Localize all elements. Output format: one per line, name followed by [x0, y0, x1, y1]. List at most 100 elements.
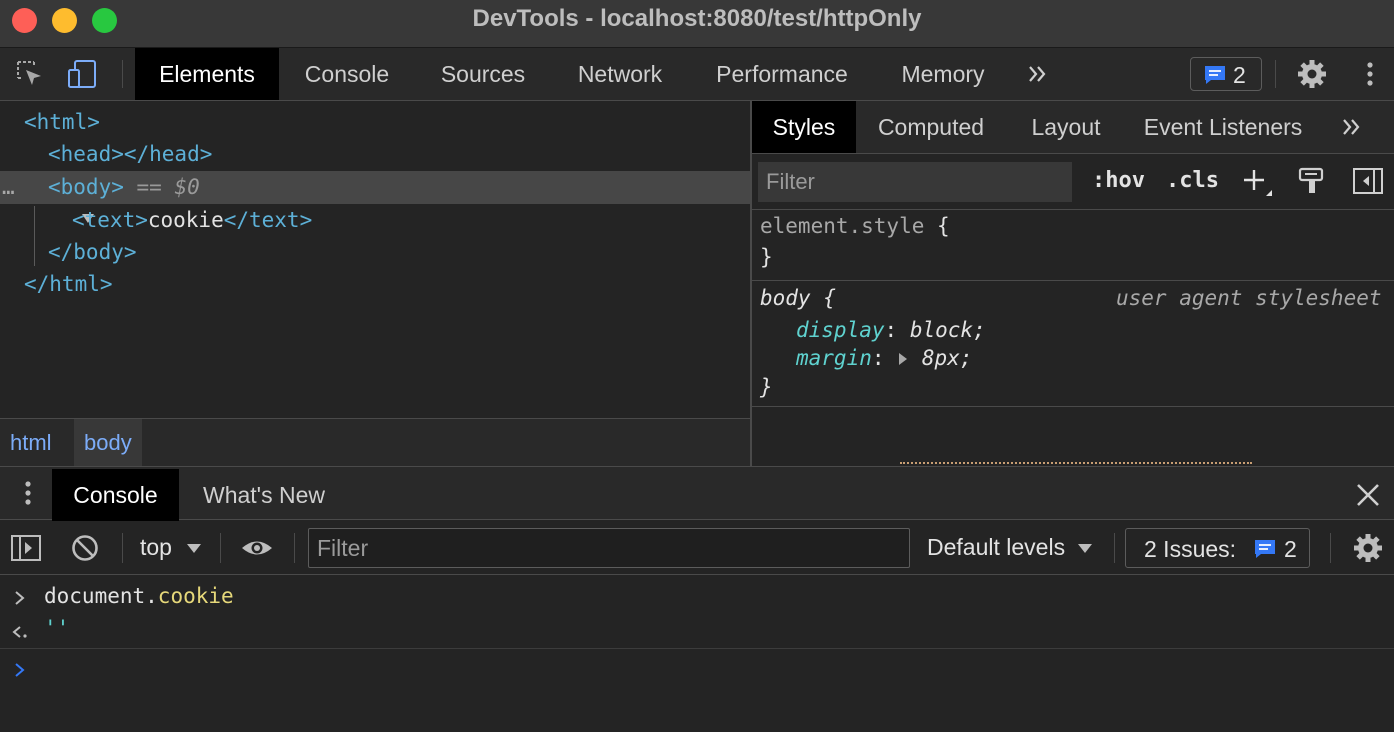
styles-filter-bar: Filter :hov .cls	[752, 154, 1394, 210]
live-expression-eye-icon[interactable]	[240, 533, 272, 565]
dom-node-html-close[interactable]: </html>	[24, 268, 113, 300]
drawer-tabbar: Console What's New	[0, 466, 1394, 521]
log-levels-dropdown[interactable]: Default levels	[927, 534, 1093, 561]
rule-open-brace: {	[937, 214, 950, 238]
element-style-selector-text: element.style	[760, 214, 925, 238]
dom-node-body[interactable]: <body> == $0	[48, 171, 200, 203]
styles-tabbar: Styles Computed Layout Event Listeners	[752, 101, 1394, 154]
styles-pane: Styles Computed Layout Event Listeners F…	[752, 101, 1394, 466]
more-tabs-chevron-icon[interactable]	[1024, 60, 1056, 92]
tab-computed[interactable]: Computed	[864, 101, 998, 153]
console-input-line[interactable]: document.cookie	[44, 580, 234, 612]
drawer-tab-console[interactable]: Console	[52, 469, 179, 521]
message-icon	[1255, 540, 1275, 558]
new-style-rule-plus-icon[interactable]	[1242, 166, 1274, 198]
more-subtabs-chevron-icon[interactable]	[1338, 113, 1370, 145]
clear-console-icon[interactable]	[70, 533, 102, 565]
console-input-object: document.	[44, 584, 158, 608]
device-toolbar-icon[interactable]	[66, 58, 98, 90]
hov-toggle-button[interactable]: :hov	[1092, 168, 1145, 193]
tree-guide-line	[34, 206, 35, 266]
dropdown-arrow-icon	[1078, 544, 1093, 553]
console-divider	[0, 648, 1394, 649]
message-icon	[1205, 66, 1225, 84]
selected-marker: == $0	[136, 175, 200, 199]
css-property-name: margin	[796, 346, 872, 370]
issues-count: 2	[1233, 62, 1246, 88]
tab-sources[interactable]: Sources	[420, 48, 546, 100]
drawer-menu-kebab-icon[interactable]	[14, 477, 46, 509]
text-open-tag: <text>	[72, 208, 148, 232]
settings-gear-icon[interactable]	[1296, 58, 1328, 90]
console-issues-button[interactable]: 2 Issues: 2	[1125, 528, 1310, 568]
text-node-content: cookie	[147, 208, 224, 232]
issues-badge-button[interactable]: 2	[1190, 57, 1262, 91]
toolbar-divider	[220, 533, 221, 563]
dropdown-arrow-icon	[187, 544, 202, 553]
paint-brush-icon[interactable]	[1297, 166, 1329, 198]
css-property-value: block;	[909, 318, 986, 342]
css-property-value: 8px;	[921, 346, 973, 370]
css-declaration-display[interactable]: display: block;	[796, 315, 986, 345]
body-style-rule: body { user agent stylesheet display: bl…	[752, 282, 1394, 407]
toolbar-divider	[122, 533, 123, 563]
issues-count: 2	[1284, 536, 1297, 562]
node-actions-dots[interactable]: …	[2, 171, 15, 203]
rule-close-brace: }	[760, 375, 773, 399]
console-output: document.cookie ''	[0, 576, 1394, 732]
input-chevron-icon	[12, 588, 28, 612]
styles-filter-input[interactable]: Filter	[758, 162, 1072, 202]
toolbar-divider	[1114, 533, 1115, 563]
breadcrumb-html[interactable]: html	[0, 419, 62, 467]
tab-console[interactable]: Console	[283, 48, 411, 100]
element-style-selector[interactable]: element.style {	[760, 211, 950, 241]
dom-node-head[interactable]: <head></head>	[48, 138, 212, 170]
tab-performance[interactable]: Performance	[695, 48, 869, 100]
issues-label: 2 Issues:	[1144, 536, 1237, 562]
inspect-element-icon[interactable]	[14, 58, 46, 90]
log-levels-value: Default levels	[927, 534, 1066, 560]
css-declaration-margin[interactable]: margin: 8px;	[796, 343, 972, 373]
console-settings-gear-icon[interactable]	[1352, 532, 1384, 564]
tab-memory[interactable]: Memory	[882, 48, 1004, 100]
tab-layout[interactable]: Layout	[1020, 101, 1112, 153]
body-selector-text: body	[760, 286, 811, 310]
breadcrumb-body[interactable]: body	[74, 419, 142, 467]
expand-shorthand-triangle-icon[interactable]	[897, 344, 909, 374]
more-options-kebab-icon[interactable]	[1354, 58, 1386, 90]
dom-node-text[interactable]: <text>cookie</text>	[72, 204, 312, 236]
toggle-sidebar-icon[interactable]	[1352, 166, 1384, 198]
result-arrow-icon	[10, 622, 30, 646]
console-input-property: cookie	[157, 584, 234, 608]
drawer-tab-whats-new[interactable]: What's New	[190, 469, 338, 521]
tab-network[interactable]: Network	[556, 48, 684, 100]
prompt-chevron-icon	[12, 660, 28, 684]
dom-node-body-close[interactable]: </body>	[48, 236, 137, 268]
toolbar-divider	[1330, 533, 1331, 563]
body-open-tag: <body>	[48, 175, 124, 199]
tab-event-listeners[interactable]: Event Listeners	[1134, 101, 1312, 153]
tab-elements[interactable]: Elements	[135, 48, 279, 100]
body-rule-selector[interactable]: body {	[760, 283, 836, 313]
box-model-margin-outline	[900, 462, 1252, 464]
text-close-tag: </text>	[223, 208, 313, 232]
window-title: DevTools - localhost:8080/test/httpOnly	[472, 5, 922, 32]
execution-context-select[interactable]: top	[140, 534, 202, 561]
close-drawer-x-icon[interactable]	[1354, 481, 1386, 513]
cls-toggle-button[interactable]: .cls	[1166, 168, 1219, 193]
toolbar-divider	[122, 60, 123, 88]
main-toolbar: Elements Console Sources Network Perform…	[0, 48, 1394, 101]
execution-context-value: top	[140, 534, 172, 560]
css-property-name: display	[796, 318, 885, 342]
console-prompt-input[interactable]	[40, 652, 1380, 688]
rule-open-brace: {	[823, 286, 836, 310]
rule-close-brace: }	[760, 245, 773, 269]
console-filter-input[interactable]: Filter	[308, 528, 910, 568]
element-style-rule: element.style { }	[752, 211, 1394, 281]
title-bar: DevTools - localhost:8080/test/httpOnly	[0, 0, 1394, 48]
dom-node-html[interactable]: <html>	[24, 106, 100, 138]
tab-styles[interactable]: Styles	[752, 101, 856, 153]
console-sidebar-toggle-icon[interactable]	[10, 533, 42, 565]
breadcrumb: html body	[0, 418, 750, 467]
stylesheet-origin: user agent stylesheet	[1116, 286, 1382, 310]
